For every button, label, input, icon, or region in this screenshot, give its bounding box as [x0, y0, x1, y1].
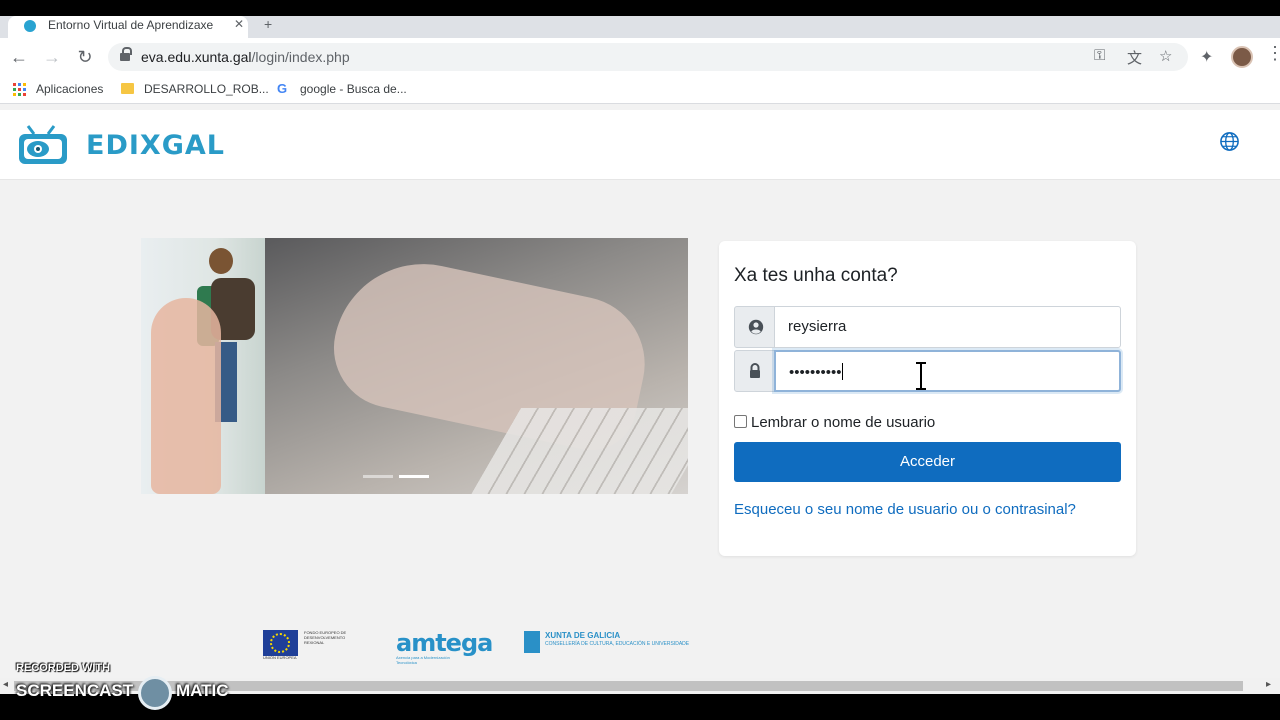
text-cursor-icon	[916, 362, 926, 390]
site-header: EDIXGAL	[0, 110, 1280, 180]
site-logo-text[interactable]: EDIXGAL	[86, 130, 225, 161]
eu-sub-text: UNIÓN EUROPEA	[263, 655, 297, 660]
carousel-indicators	[363, 465, 435, 483]
forgot-credentials-link[interactable]: Esqueceu o seu nome de usuario ou o cont…	[734, 501, 1076, 518]
scroll-left-icon[interactable]: ◂	[3, 679, 8, 690]
xunta-emblem-icon	[524, 631, 540, 653]
browser-toolbar: ← → ↻ eva.edu.xunta.gal/login/index.php …	[0, 38, 1280, 76]
bookmark-apps[interactable]: Aplicaciones	[36, 82, 103, 96]
amtega-sub-text: Axencia para a Modernización Tecnolóxica	[396, 655, 450, 665]
amtega-logo: amtega	[396, 629, 493, 657]
tab-favicon-icon	[24, 20, 36, 32]
username-input[interactable]: reysierra	[774, 306, 1121, 348]
hero-photo-student	[141, 238, 265, 494]
login-title: Xa tes unha conta?	[734, 265, 898, 286]
remember-label[interactable]: Lembrar o nome de usuario	[751, 414, 935, 431]
reload-icon[interactable]: ↻	[74, 46, 96, 68]
extensions-icon[interactable]: ✦	[1200, 47, 1213, 67]
scroll-right-icon[interactable]: ▸	[1266, 679, 1271, 690]
hero-carousel-image	[141, 238, 688, 494]
user-icon	[748, 319, 764, 335]
xunta-sub-text: CONSELLERÍA DE CULTURA, EDUCACIÓN E UNIV…	[545, 641, 690, 647]
tab-title: Entorno Virtual de Aprendizaxe	[48, 18, 214, 32]
user-icon-box	[734, 306, 775, 348]
username-group: reysierra	[734, 306, 1121, 348]
watermark-line3: MATIC	[176, 681, 229, 700]
student-head	[209, 248, 233, 274]
language-globe-icon[interactable]	[1219, 131, 1240, 152]
lock-icon-box	[734, 350, 775, 392]
text-caret	[841, 363, 843, 380]
eu-fund-text: FONDO EUROPEO DE DESENVOLVEMENTO REXIONA…	[304, 630, 347, 645]
watermark-line1: RECORDED WITH	[16, 662, 111, 674]
forward-icon[interactable]: →	[41, 46, 63, 68]
carousel-dot[interactable]	[363, 475, 393, 478]
hero-photo-keyboard	[265, 238, 688, 494]
browser-tab[interactable]: Entorno Virtual de Aprendizaxe ✕	[8, 16, 248, 38]
tab-close-icon[interactable]: ✕	[234, 17, 244, 31]
watermark-line2: SCREENCAST	[16, 681, 134, 700]
xunta-logo-text: XUNTA DE GALICIA	[545, 631, 621, 640]
url-text[interactable]: eva.edu.xunta.gal/login/index.php	[141, 49, 350, 65]
lock-icon	[750, 363, 760, 378]
eu-stars	[270, 633, 290, 653]
bookmark-folder[interactable]: DESARROLLO_ROB...	[144, 82, 269, 96]
password-value: ••••••••••	[789, 364, 842, 381]
bookmarks-bar: Aplicaciones DESARROLLO_ROB... G google …	[0, 76, 1280, 104]
bookmark-google[interactable]: google - Busca de...	[300, 82, 407, 96]
carousel-dot-active[interactable]	[399, 475, 429, 478]
translate-icon[interactable]: 文	[1127, 47, 1142, 68]
apps-grid-icon[interactable]	[13, 83, 27, 97]
profile-avatar[interactable]	[1231, 46, 1253, 68]
browser-menu-icon[interactable]: ⋮	[1266, 43, 1280, 64]
screencast-logo-icon	[138, 676, 172, 710]
folder-icon	[121, 83, 134, 94]
login-card: Xa tes unha conta? reysierra ••••••••••	[719, 241, 1136, 556]
google-icon: G	[277, 81, 288, 96]
password-input[interactable]: ••••••••••	[774, 350, 1121, 392]
login-button[interactable]: Acceder	[734, 442, 1121, 482]
lock-icon[interactable]	[120, 47, 132, 62]
new-tab-button[interactable]: +	[264, 16, 272, 32]
hand-foreground	[151, 298, 221, 494]
edixgal-logo-icon[interactable]	[16, 124, 70, 166]
eu-flag-icon	[263, 630, 298, 656]
star-icon[interactable]: ☆	[1159, 47, 1172, 65]
address-bar[interactable]: eva.edu.xunta.gal/login/index.php ⚿ 文 ☆	[108, 43, 1188, 71]
screen: Entorno Virtual de Aprendizaxe ✕ + ← → ↻…	[0, 0, 1280, 720]
checkbox-icon[interactable]	[734, 415, 747, 428]
key-icon[interactable]: ⚿	[1094, 47, 1105, 64]
back-icon[interactable]: ←	[8, 46, 30, 68]
remember-username-checkbox[interactable]: Lembrar o nome de usuario	[734, 414, 935, 431]
